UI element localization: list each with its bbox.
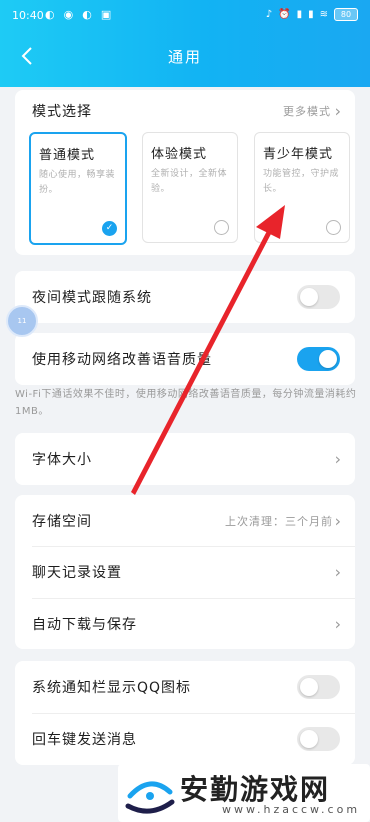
- enter-send-row: 回车键发送消息: [15, 713, 355, 765]
- enter-send-toggle[interactable]: [297, 727, 340, 751]
- radio-icon: [326, 220, 341, 235]
- last-cleanup-text: 上次清理：三个月前: [225, 515, 333, 528]
- mobile-voice-note: Wi-Fi下通话效果不佳时，使用移动网络改善语音质量，每分钟流量消耗约1MB。: [15, 389, 357, 417]
- night-mode-toggle[interactable]: [297, 285, 340, 309]
- chevron-right-icon: ›: [334, 449, 341, 469]
- watermark: 安勤游戏网 www.hzaccw.com: [118, 764, 370, 822]
- bot-icon: ◉: [63, 8, 74, 21]
- font-size-row[interactable]: 字体大小 ›: [15, 433, 355, 485]
- chevron-right-icon: ›: [334, 101, 341, 121]
- wechat-icon: ◐: [45, 8, 55, 21]
- notify-group: 系统通知栏显示QQ图标 回车键发送消息: [15, 661, 355, 765]
- chevron-right-icon: ›: [334, 614, 341, 634]
- check-icon: ✓: [102, 221, 117, 236]
- chevron-right-icon: ›: [334, 562, 341, 582]
- auto-download-row[interactable]: 自动下载与保存 ›: [15, 598, 355, 650]
- chat-history-row[interactable]: 聊天记录设置 ›: [15, 546, 355, 598]
- signal-icon: ▮: [308, 9, 314, 20]
- mobile-voice-row: 使用移动网络改善语音质量: [15, 333, 355, 385]
- night-mode-row: 夜间模式跟随系统: [15, 271, 355, 323]
- watermark-url: www.hzaccw.com: [222, 803, 361, 816]
- mode-option-experience[interactable]: 体验模式 全新设计，全新体验。: [142, 132, 238, 243]
- mode-option-normal[interactable]: 普通模式 随心使用，畅享装扮。 ✓: [29, 132, 127, 245]
- image-icon: ▣: [100, 8, 112, 21]
- storage-row[interactable]: 存储空间 上次清理：三个月前 ›: [15, 495, 355, 547]
- mode-section-title: 模式选择: [32, 104, 92, 120]
- battery-icon: 80: [334, 8, 358, 21]
- site-logo-icon: [125, 781, 175, 814]
- signal-icon: ▮: [296, 9, 303, 20]
- wechat-icon: ◐: [82, 8, 92, 21]
- storage-group: 存储空间 上次清理：三个月前 › 聊天记录设置 › 自动下载与保存 ›: [15, 495, 355, 649]
- more-modes-link[interactable]: 更多模式: [283, 103, 331, 119]
- wifi-icon: ≋: [319, 9, 328, 20]
- mute-icon: ♪: [265, 9, 273, 20]
- floating-assist-button[interactable]: 11: [6, 305, 38, 337]
- watermark-title: 安勤游戏网: [180, 773, 331, 806]
- alarm-icon: ⏰: [278, 9, 291, 20]
- mobile-voice-toggle[interactable]: [297, 347, 340, 371]
- qq-icon-toggle[interactable]: [297, 675, 340, 699]
- qq-icon-row: 系统通知栏显示QQ图标: [15, 661, 355, 713]
- chevron-right-icon: ›: [334, 511, 341, 531]
- status-time: 10:40: [12, 9, 44, 22]
- page-title: 通用: [167, 48, 202, 66]
- status-bar: 10:40 ◐ ◉ ◐ ▣ ♪ ⏰ ▮ ▮ ≋ 80: [0, 0, 370, 32]
- mode-option-teen[interactable]: 青少年模式 功能管控，守护成长。: [254, 132, 350, 243]
- top-bar: 10:40 ◐ ◉ ◐ ▣ ♪ ⏰ ▮ ▮ ≋ 80 通用: [0, 0, 370, 87]
- radio-icon: [214, 220, 229, 235]
